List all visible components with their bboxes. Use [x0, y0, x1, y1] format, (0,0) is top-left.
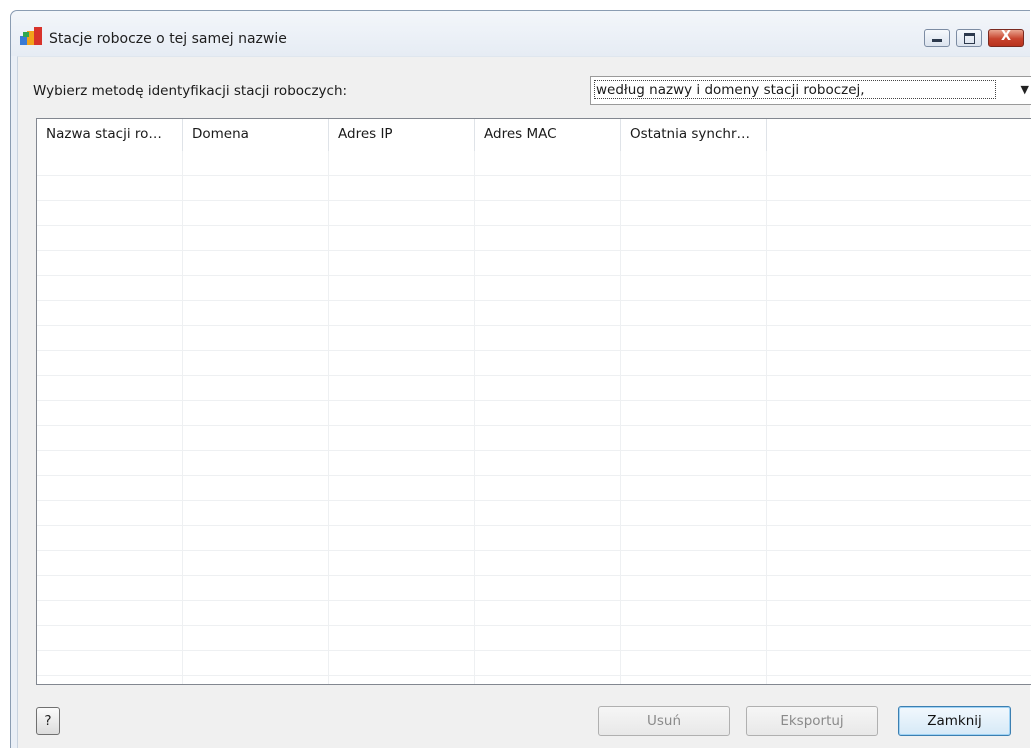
export-button[interactable]: Eksportuj: [746, 706, 878, 736]
identification-method-label: Wybierz metodę identyfikacji stacji robo…: [33, 83, 348, 99]
column-header-domain[interactable]: Domena: [183, 119, 329, 151]
column-header-mac-address[interactable]: Adres MAC: [475, 119, 621, 151]
identification-method-select[interactable]: według nazwy i domeny stacji roboczej, ▼: [590, 76, 1031, 105]
chevron-down-icon[interactable]: ▼: [1021, 83, 1029, 96]
dialog-window: Stacje robocze o tej samej nazwie X Wybi…: [10, 10, 1031, 748]
minimize-icon: [932, 39, 942, 42]
column-header-last-sync[interactable]: Ostatnia synchr…: [621, 119, 767, 151]
close-button[interactable]: Zamknij: [898, 706, 1011, 736]
column-header-workstation-name[interactable]: Nazwa stacji ro…: [37, 119, 183, 151]
dialog-content: Wybierz metodę identyfikacji stacji robo…: [17, 56, 1031, 748]
workstations-table: Nazwa stacji ro… Domena Adres IP Adres M…: [36, 118, 1031, 685]
window-title: Stacje robocze o tej samej nazwie: [49, 31, 287, 47]
avg-logo-icon: [20, 27, 42, 45]
close-window-button[interactable]: X: [988, 29, 1024, 47]
identification-method-value: według nazwy i domeny stacji roboczej,: [594, 80, 996, 99]
delete-button[interactable]: Usuń: [598, 706, 730, 736]
table-body[interactable]: [37, 151, 1031, 684]
maximize-icon: [964, 33, 975, 44]
column-header-ip-address[interactable]: Adres IP: [329, 119, 475, 151]
minimize-button[interactable]: [924, 29, 950, 47]
close-icon: X: [1000, 29, 1012, 44]
window-controls: X: [924, 29, 1024, 47]
help-button[interactable]: ?: [36, 707, 60, 735]
title-bar[interactable]: Stacje robocze o tej samej nazwie X: [11, 11, 1030, 56]
table-header: Nazwa stacji ro… Domena Adres IP Adres M…: [37, 119, 767, 151]
maximize-button[interactable]: [956, 29, 982, 47]
